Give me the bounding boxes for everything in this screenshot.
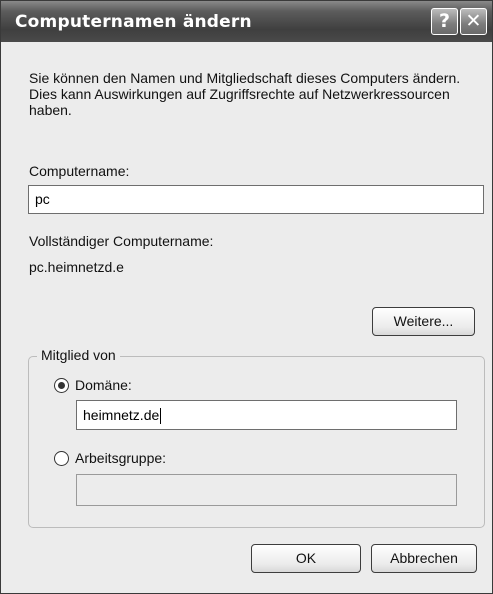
computer-name-label: Computername:: [29, 163, 130, 179]
domain-radio[interactable]: [54, 378, 69, 393]
member-of-legend: Mitglied von: [37, 347, 120, 363]
full-name-label: Vollständiger Computername:: [29, 233, 214, 249]
computer-name-input[interactable]: pc: [28, 185, 484, 214]
close-icon: ✕: [465, 10, 482, 32]
close-button[interactable]: ✕: [460, 8, 487, 35]
help-icon: ?: [438, 10, 451, 32]
full-name-value: pc.heimnetzd.e: [29, 259, 124, 275]
workgroup-label[interactable]: Arbeitsgruppe:: [75, 450, 166, 466]
domain-label[interactable]: Domäne:: [75, 377, 132, 393]
computer-name-value: pc: [35, 191, 50, 207]
cancel-button[interactable]: Abbrechen: [371, 544, 477, 573]
help-button[interactable]: ?: [431, 8, 458, 35]
intro-text: Sie können den Namen und Mitgliedschaft …: [29, 70, 461, 118]
ok-button[interactable]: OK: [251, 544, 361, 573]
workgroup-radio[interactable]: [54, 451, 69, 466]
text-cursor: [160, 408, 162, 425]
radio-selected-dot: [58, 382, 65, 389]
workgroup-input[interactable]: [76, 474, 457, 506]
dialog-window: Computernamen ändern ? ✕ Sie können den …: [0, 0, 493, 594]
title-bar[interactable]: Computernamen ändern ? ✕: [1, 1, 492, 42]
dialog-content: Sie können den Namen und Mitgliedschaft …: [1, 42, 492, 593]
domain-input[interactable]: heimnetz.de: [76, 400, 457, 430]
domain-value: heimnetz.de: [83, 407, 160, 423]
dialog-title: Computernamen ändern: [15, 12, 252, 32]
more-button[interactable]: Weitere...: [372, 307, 475, 336]
